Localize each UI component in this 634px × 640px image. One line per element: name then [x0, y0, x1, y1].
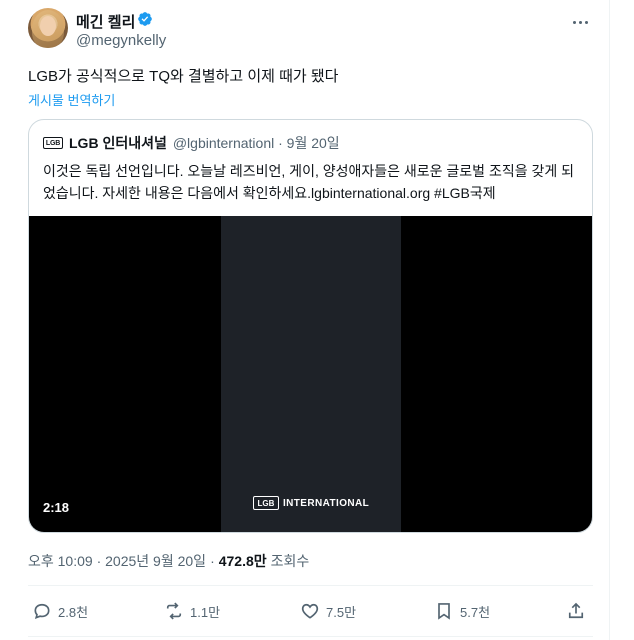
author-handle[interactable]: @megynkelly: [76, 32, 166, 49]
avatar[interactable]: [28, 8, 68, 48]
video-duration: 2:18: [43, 500, 70, 515]
views-count: 472.8만: [218, 553, 267, 569]
avatar-face: [40, 16, 56, 36]
share-button[interactable]: [566, 596, 586, 626]
heart-icon: [301, 603, 319, 619]
tweet-meta: 오후 10:09 · 2025년 9월 20일 · 472.8만 조회수: [28, 551, 309, 571]
like-button[interactable]: 7.5만: [300, 596, 356, 626]
share-icon: [568, 602, 584, 619]
quoted-avatar-logo: LGB: [43, 137, 63, 149]
bookmark-button[interactable]: 5.7천: [434, 596, 490, 626]
meta-separator: ·: [210, 553, 215, 569]
author-display-name[interactable]: 메긴 켈리: [76, 11, 135, 32]
quoted-author-name: LGB 인터내셔널: [69, 135, 167, 151]
quoted-tweet-header: LGB LGB 인터내셔널 @lgbinternationl · 9월 20일: [43, 134, 340, 152]
timestamp[interactable]: 오후 10:09 · 2025년 9월 20일: [28, 551, 206, 571]
bookmark-count: 5.7천: [460, 604, 491, 620]
repost-icon: [166, 602, 182, 620]
quoted-tweet[interactable]: LGB LGB 인터내셔널 @lgbinternationl · 9월 20일 …: [28, 119, 593, 533]
tweet-header: 메긴 켈리 @megynkelly: [28, 6, 596, 50]
video-logo-box: LGB: [253, 496, 279, 510]
video-frame: [221, 216, 401, 532]
verified-badge-icon[interactable]: [137, 11, 153, 27]
views-label: 조회수: [270, 553, 310, 569]
video-logo-text: INTERNATIONAL: [283, 497, 370, 509]
more-dot: [572, 20, 576, 24]
translate-link[interactable]: 게시물 번역하기: [28, 90, 115, 109]
repost-count: 1.1만: [190, 604, 221, 620]
divider-top: [28, 585, 593, 586]
more-icon[interactable]: [568, 12, 592, 32]
bookmark-icon: [438, 603, 450, 620]
column-border: [609, 0, 610, 640]
reply-icon: [34, 603, 50, 620]
quoted-handle-date: @lgbinternationl · 9월 20일: [172, 135, 340, 151]
like-count: 7.5만: [326, 604, 357, 620]
repost-button[interactable]: 1.1만: [164, 596, 220, 626]
divider-bottom: [28, 636, 593, 637]
more-dot: [584, 20, 588, 24]
video-player[interactable]: LGB INTERNATIONAL 2:18: [29, 216, 592, 532]
reply-button[interactable]: 2.8천: [32, 596, 88, 626]
tweet-text: LGB가 공식적으로 TQ와 결별하고 이제 때가 됐다: [28, 68, 339, 85]
action-bar: 2.8천 1.1만 7.5만 5.7천: [28, 596, 593, 626]
more-dot: [578, 20, 582, 24]
reply-count: 2.8천: [58, 604, 89, 620]
quoted-tweet-text: 이것은 독립 선언입니다. 오늘날 레즈비언, 게이, 양성애자들은 새로운 글…: [43, 163, 575, 201]
video-watermark: LGB INTERNATIONAL: [253, 496, 369, 510]
